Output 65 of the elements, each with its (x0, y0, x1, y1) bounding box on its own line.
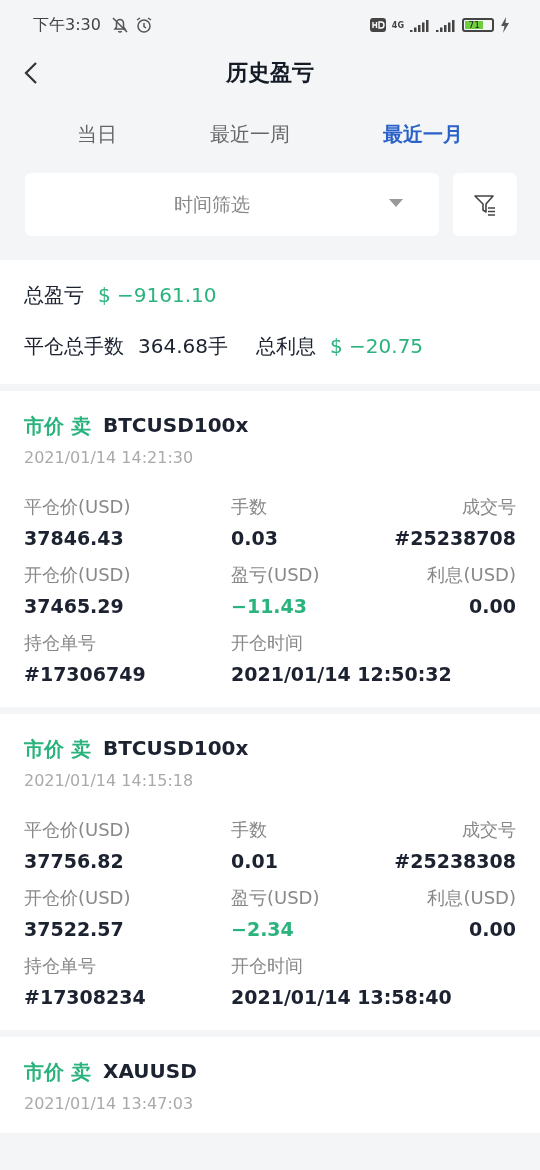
total-pnl-value: $ −9161.10 (98, 283, 217, 307)
field-value: #25238308 (394, 849, 516, 874)
field-label: 开仓价(USD) (24, 886, 132, 910)
time-filter-dropdown[interactable]: 时间筛选 (25, 173, 439, 236)
order-time: 2021/01/14 13:47:03 (24, 1094, 195, 1113)
signal-icon (410, 18, 430, 32)
filter-icon (473, 192, 497, 217)
interest-value: $ −20.75 (330, 334, 424, 358)
battery-level: 71 (468, 20, 480, 30)
field-value: −11.43 (231, 594, 309, 619)
lots-label: 平仓总手数 (24, 333, 124, 360)
interest-label: 总利息 (256, 333, 316, 360)
hd-icon (369, 18, 386, 32)
filter-button[interactable] (453, 173, 517, 236)
order-symbol: BTCUSD100x (102, 413, 249, 439)
field-value: 37756.82 (24, 849, 125, 874)
field-label: 平仓价(USD) (24, 818, 132, 842)
field-value: 37846.43 (24, 526, 125, 551)
order-symbol: XAUUSD (102, 1059, 197, 1085)
field-label: 开仓时间 (231, 954, 304, 978)
signal-icon (436, 18, 456, 32)
field-value: 37465.29 (24, 594, 125, 619)
order-time: 2021/01/14 14:15:18 (24, 771, 195, 790)
order-type: 市价 卖 (24, 1059, 91, 1086)
clock-time: 下午3:30 (33, 14, 101, 36)
page-title: 历史盈亏 (225, 59, 315, 87)
lots-value: 364.68手 (138, 333, 228, 360)
field-label: 盈亏(USD) (231, 886, 321, 910)
field-value: 37522.57 (24, 917, 125, 942)
bell-off-icon (110, 16, 129, 34)
tab[interactable]: 最近一月 (375, 112, 472, 156)
field-value: #17306749 (24, 662, 147, 687)
back-icon (24, 61, 38, 85)
charging-icon (500, 17, 510, 33)
dropdown-caret-icon (389, 199, 403, 207)
field-label: 开仓价(USD) (24, 563, 132, 587)
tab[interactable]: 当日 (68, 112, 125, 156)
field-label: 成交号 (462, 495, 516, 519)
tab[interactable]: 最近一周 (202, 112, 298, 156)
field-label: 利息(USD) (427, 886, 516, 910)
field-value: 0.00 (469, 917, 516, 942)
field-value: 2021/01/14 12:50:32 (231, 662, 453, 687)
total-pnl-label: 总盈亏 (24, 282, 84, 309)
field-label: 平仓价(USD) (24, 495, 132, 519)
field-label: 手数 (231, 818, 268, 842)
field-label: 持仓单号 (24, 631, 97, 655)
order-type: 市价 卖 (24, 413, 91, 440)
field-label: 利息(USD) (427, 563, 516, 587)
field-value: 0.03 (231, 526, 279, 551)
alarm-icon (134, 16, 153, 34)
field-value: #17308234 (24, 985, 147, 1010)
field-value: 0.01 (231, 849, 279, 874)
field-value: 2021/01/14 13:58:40 (231, 985, 453, 1010)
field-value: −2.34 (231, 917, 295, 942)
network-label: 4G (391, 20, 404, 30)
field-label: 手数 (231, 495, 268, 519)
field-label: 成交号 (462, 818, 516, 842)
field-label: 持仓单号 (24, 954, 97, 978)
order-time: 2021/01/14 14:21:30 (24, 448, 195, 467)
field-value: 0.00 (469, 594, 516, 619)
field-value: #25238708 (394, 526, 516, 551)
field-label: 盈亏(USD) (231, 563, 321, 587)
order-type: 市价 卖 (24, 736, 91, 763)
order-symbol: BTCUSD100x (102, 736, 249, 762)
field-label: 开仓时间 (231, 631, 304, 655)
